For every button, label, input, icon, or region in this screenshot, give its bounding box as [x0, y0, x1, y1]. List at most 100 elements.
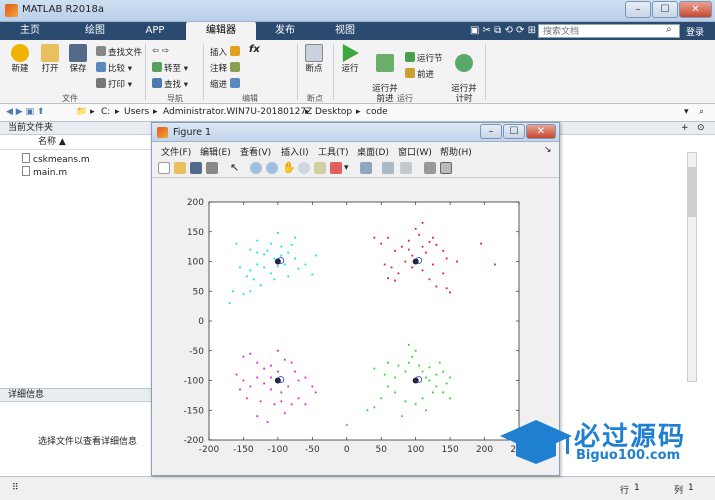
figure-title-bar[interactable]: Figure 1 – ☐ ✕: [152, 123, 559, 142]
address-dropdown-icon[interactable]: ▾: [684, 107, 689, 117]
tab-plots[interactable]: 绘图: [75, 22, 115, 40]
scrollbar-thumb[interactable]: [688, 167, 696, 217]
new-button[interactable]: 新建: [6, 44, 34, 74]
scatter-point: [242, 355, 245, 358]
y-tick-label: 150: [187, 228, 204, 238]
scatter-point: [228, 302, 231, 305]
link-plot-icon[interactable]: [360, 162, 372, 174]
menu-help[interactable]: 帮助(H): [440, 145, 472, 158]
new-figure-icon[interactable]: [158, 162, 170, 174]
status-bar: ⠿ 行 1 列 1: [0, 476, 715, 500]
indent-button[interactable]: 缩进: [210, 78, 242, 90]
open-button[interactable]: 打开: [36, 44, 64, 74]
y-tick-label: -50: [189, 347, 204, 357]
zoom-out-icon[interactable]: [266, 162, 278, 174]
comment-button[interactable]: 注释: [210, 62, 242, 74]
goto-button[interactable]: 转至 ▾: [152, 62, 188, 74]
search-documentation-input[interactable]: [538, 24, 680, 38]
colorbar-icon[interactable]: [382, 162, 394, 174]
menu-insert[interactable]: 插入(I): [281, 145, 309, 158]
maximize-button[interactable]: ☐: [652, 1, 678, 18]
compare-button[interactable]: 比较 ▾: [96, 62, 132, 74]
panel-header: 详细信息: [0, 389, 152, 402]
rotate-3d-icon[interactable]: [298, 162, 310, 174]
address-search-icon[interactable]: ⌕: [699, 107, 704, 117]
advance-icon: [405, 68, 415, 78]
figure-maximize-button[interactable]: ☐: [503, 124, 525, 139]
menu-view[interactable]: 查看(V): [240, 145, 271, 158]
menu-tools[interactable]: 工具(T): [318, 145, 349, 158]
pan-hand-icon[interactable]: ✋: [282, 162, 296, 174]
find-files-button[interactable]: 查找文件: [96, 46, 142, 58]
scatter-point: [259, 400, 262, 403]
address-part[interactable]: Desktop: [315, 107, 352, 117]
address-part[interactable]: C:: [101, 107, 110, 117]
menu-edit[interactable]: 编辑(E): [200, 145, 231, 158]
scatter-point: [270, 388, 272, 391]
list-item[interactable]: main.m: [22, 166, 67, 178]
nav-arrows[interactable]: ◀ ▶ ▣ ⬆: [6, 107, 44, 117]
zoom-in-icon[interactable]: [250, 162, 262, 174]
legend-icon[interactable]: [400, 162, 412, 174]
scatter-point: [411, 254, 414, 257]
run-section-button[interactable]: 运行节: [405, 52, 443, 64]
advance-button[interactable]: 前进: [405, 68, 434, 80]
scatter-point: [294, 257, 297, 260]
menu-window[interactable]: 窗口(W): [398, 145, 432, 158]
list-item[interactable]: cskmeans.m: [22, 153, 90, 165]
menu-file[interactable]: 文件(F): [161, 145, 191, 158]
figure-logo-icon: [157, 127, 168, 138]
address-part[interactable]: code: [366, 107, 388, 117]
fx-button[interactable]: fx: [249, 45, 260, 55]
insert-button[interactable]: 插入: [210, 46, 242, 58]
user-login[interactable]: 登录: [686, 25, 704, 38]
brush-dropdown-icon[interactable]: ▾: [344, 162, 356, 174]
panel-add-icon[interactable]: +: [681, 123, 689, 133]
print-figure-icon[interactable]: [206, 162, 218, 174]
col-label: 列: [674, 486, 684, 496]
insert-icon: [229, 46, 240, 56]
save-button[interactable]: 保存: [64, 44, 92, 74]
tab-editor[interactable]: 编辑器: [186, 22, 256, 40]
hide-plot-tools-icon[interactable]: [424, 162, 436, 174]
minimize-button[interactable]: –: [625, 1, 651, 18]
print-button[interactable]: 打印 ▾: [96, 78, 132, 90]
run-and-time-button[interactable]: 运行并 计时: [448, 44, 480, 104]
scatter-point: [397, 272, 400, 275]
scatter-point: [387, 385, 390, 388]
tab-publish[interactable]: 发布: [265, 22, 305, 40]
address-part[interactable]: Administrator.WIN7U-20180127Z: [163, 107, 312, 117]
tab-home[interactable]: 主页: [10, 22, 50, 40]
folder-browse-icon[interactable]: 📁 ▸: [76, 107, 95, 117]
pointer-icon[interactable]: ↖: [230, 162, 242, 174]
tab-view[interactable]: 视图: [325, 22, 365, 40]
figure-close-button[interactable]: ✕: [526, 124, 556, 139]
breakpoints-button[interactable]: 断点: [302, 44, 326, 74]
quick-access-toolbar[interactable]: ▣ ✂ ⧉ ⟲ ⟳ ⊞ ?: [470, 25, 544, 36]
scatter-point: [242, 379, 245, 382]
figure-minimize-button[interactable]: –: [480, 124, 502, 139]
indent-icon: [229, 78, 240, 88]
search-icon[interactable]: ⌕: [666, 24, 672, 35]
tab-apps[interactable]: APP: [135, 22, 175, 40]
open-file-icon[interactable]: [174, 162, 186, 174]
close-button[interactable]: ✕: [679, 1, 712, 18]
run-time-icon: [455, 54, 473, 72]
x-tick-label: -150: [233, 445, 254, 455]
scatter-point: [287, 275, 290, 278]
data-cursor-icon[interactable]: [314, 162, 326, 174]
save-figure-icon[interactable]: [190, 162, 202, 174]
brush-icon[interactable]: [330, 162, 342, 174]
find-button[interactable]: 查找 ▾: [152, 78, 188, 90]
run-button[interactable]: 运行: [338, 44, 362, 74]
menu-dock-icon[interactable]: ↘: [544, 145, 552, 155]
scatter-point: [421, 397, 424, 400]
scatter-point: [280, 245, 283, 248]
menu-desktop[interactable]: 桌面(D): [357, 145, 389, 158]
panel-menu-icon[interactable]: ⊙: [697, 123, 705, 133]
back-forward-buttons[interactable]: ⇦ ⇨: [152, 46, 169, 56]
y-tick-label: 200: [187, 198, 204, 208]
address-part[interactable]: Users: [124, 107, 149, 117]
name-column-header[interactable]: 名称 ▲: [0, 136, 151, 150]
show-plot-tools-icon[interactable]: [440, 162, 452, 174]
